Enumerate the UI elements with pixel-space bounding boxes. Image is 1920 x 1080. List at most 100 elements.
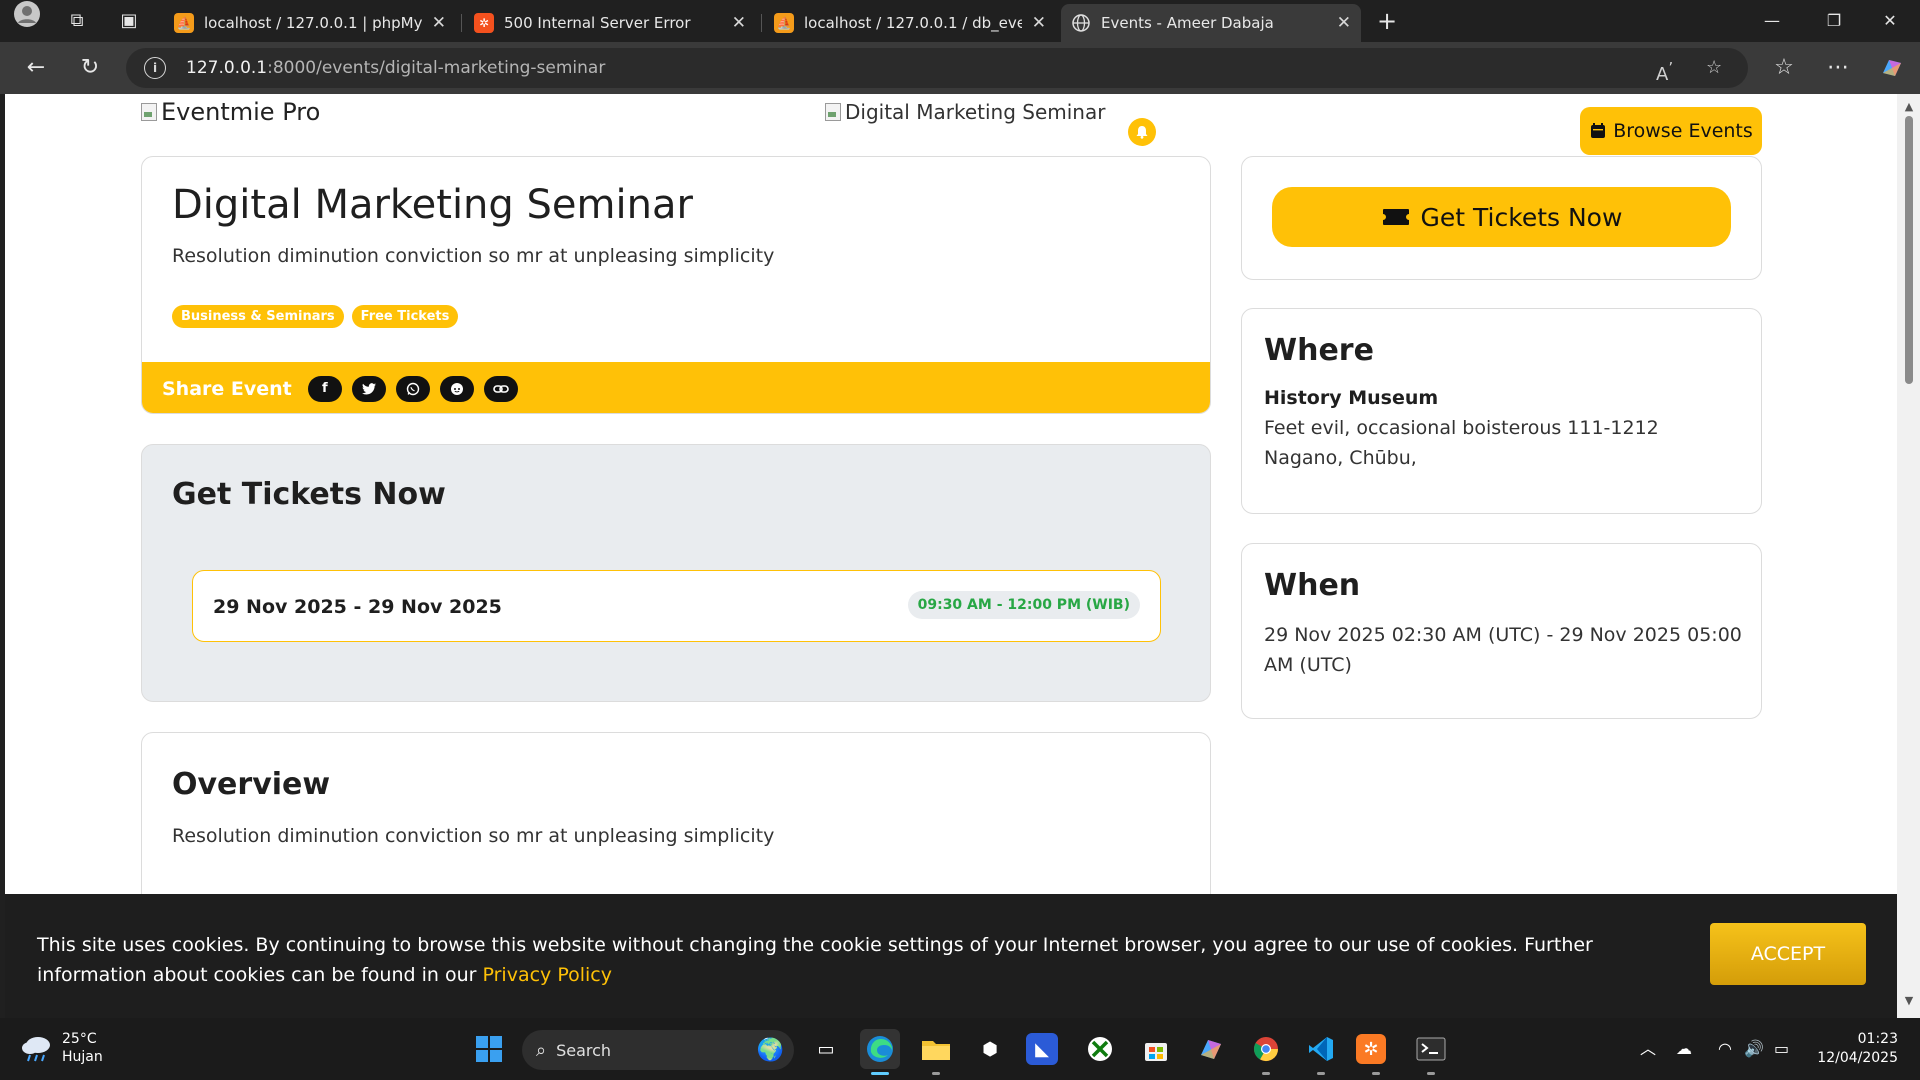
edge-browser-icon[interactable] xyxy=(860,1029,900,1069)
xampp-icon[interactable]: ✲ xyxy=(1356,1034,1386,1064)
tab-separator xyxy=(461,14,462,32)
get-tickets-button[interactable]: Get Tickets Now xyxy=(1272,187,1731,247)
app-indicator xyxy=(1317,1072,1325,1075)
minimize-icon[interactable]: — xyxy=(1744,0,1800,42)
venue-name: History Museum xyxy=(1264,387,1439,409)
browse-events-label: Browse Events xyxy=(1613,120,1753,142)
close-icon[interactable]: ✕ xyxy=(1337,13,1351,33)
cookie-banner: This site uses cookies. By continuing to… xyxy=(5,894,1897,1018)
laravel-icon: ✲ xyxy=(474,13,494,33)
tab-events[interactable]: Events - Ameer Dabaja ✕ xyxy=(1061,4,1361,42)
event-banner-image: Digital Marketing Seminar xyxy=(825,100,1105,124)
calendar-icon xyxy=(1591,123,1606,138)
broken-image-icon xyxy=(825,103,841,121)
url-field[interactable]: i 127.0.0.1:8000/events/digital-marketin… xyxy=(126,48,1748,88)
event-date-slot[interactable]: 29 Nov 2025 - 29 Nov 2025 09:30 AM - 12:… xyxy=(192,570,1161,642)
tab-title: localhost / 127.0.0.1 | phpMyAdm xyxy=(204,14,422,32)
xbox-icon[interactable] xyxy=(1080,1029,1120,1069)
battery-icon[interactable]: ▭ xyxy=(1774,1018,1789,1080)
site-logo[interactable]: Eventmie Pro xyxy=(141,98,320,126)
url-path: :8000/events/digital-marketing-seminar xyxy=(267,58,606,78)
app-vector-icon[interactable]: ◣ xyxy=(1026,1033,1058,1065)
scroll-down-icon[interactable]: ▼ xyxy=(1902,994,1916,1007)
privacy-policy-link[interactable]: Privacy Policy xyxy=(483,964,612,986)
scroll-thumb[interactable] xyxy=(1905,116,1913,384)
rain-cloud-icon xyxy=(22,1037,50,1062)
file-explorer-icon[interactable] xyxy=(916,1029,956,1069)
taskbar: 25°C Hujan ⌕ Search 🌍 ▭ ⬢ ◣ ✲ ︿ ☁ ◠ 🔊 ▭ … xyxy=(0,1018,1920,1080)
category-badge[interactable]: Business & Seminars xyxy=(172,305,344,328)
event-title-card: Digital Marketing Seminar Resolution dim… xyxy=(141,156,1211,414)
taskbar-search[interactable]: ⌕ Search 🌍 xyxy=(522,1030,794,1070)
close-icon[interactable]: ✕ xyxy=(732,13,746,33)
terminal-icon[interactable] xyxy=(1411,1029,1451,1069)
profile-avatar-icon[interactable] xyxy=(10,0,44,44)
tab-bar: ⧉ ▣ ⛵ localhost / 127.0.0.1 | phpMyAdm ✕… xyxy=(0,0,1920,42)
tab-title: 500 Internal Server Error xyxy=(504,14,691,32)
tab-title: Events - Ameer Dabaja xyxy=(1101,14,1274,32)
close-icon[interactable]: ✕ xyxy=(432,13,446,33)
back-icon[interactable]: ← xyxy=(14,42,58,94)
event-excerpt: Resolution diminution conviction so mr a… xyxy=(172,245,775,267)
tab-server-error[interactable]: ✲ 500 Internal Server Error ✕ xyxy=(464,4,756,42)
weather-widget[interactable]: 25°C Hujan xyxy=(20,1030,103,1066)
share-label: Share Event xyxy=(162,377,292,400)
onedrive-offline-icon[interactable]: ☁ xyxy=(1676,1018,1692,1080)
link-icon[interactable] xyxy=(483,375,518,402)
search-icon: ⌕ xyxy=(536,1039,547,1061)
accept-cookies-button[interactable]: ACCEPT xyxy=(1710,923,1866,985)
app-hexagon-icon[interactable]: ⬢ xyxy=(970,1029,1010,1069)
share-bar: Share Event f xyxy=(142,362,1210,413)
notification-bell-button[interactable] xyxy=(1128,118,1156,146)
vertical-tabs-icon[interactable]: ▣ xyxy=(112,0,146,42)
tab-phpmyadmin-1[interactable]: ⛵ localhost / 127.0.0.1 | phpMyAdm ✕ xyxy=(164,4,456,42)
app-indicator xyxy=(932,1072,940,1075)
search-label: Search xyxy=(556,1040,612,1060)
favorites-icon[interactable]: ☆ xyxy=(1762,42,1806,94)
workspaces-icon[interactable]: ⧉ xyxy=(60,0,94,42)
event-badges: Business & Seminars Free Tickets xyxy=(172,305,459,328)
site-info-icon[interactable]: i xyxy=(144,57,166,79)
volume-icon[interactable]: 🔊 xyxy=(1744,1018,1764,1080)
close-icon[interactable]: ✕ xyxy=(1032,13,1046,33)
ticket-icon xyxy=(1382,209,1409,225)
more-menu-icon[interactable]: ⋯ xyxy=(1816,42,1860,94)
twitter-icon[interactable] xyxy=(351,375,386,402)
clock-time: 01:23 xyxy=(1857,1031,1898,1047)
show-hidden-icons-chevron[interactable]: ︿ xyxy=(1640,1018,1656,1080)
tickets-card: Get Tickets Now 29 Nov 2025 - 29 Nov 202… xyxy=(141,444,1211,702)
scroll-up-icon[interactable]: ▲ xyxy=(1902,100,1916,113)
chrome-icon[interactable] xyxy=(1246,1029,1286,1069)
new-tab-icon[interactable]: + xyxy=(1372,0,1402,42)
read-aloud-icon[interactable]: Aʼ xyxy=(1656,48,1673,95)
app-indicator xyxy=(1262,1072,1270,1075)
system-clock[interactable]: 01:23 12/04/2025 xyxy=(1812,1030,1898,1068)
facebook-icon[interactable]: f xyxy=(307,375,342,402)
clock-date: 12/04/2025 xyxy=(1817,1050,1898,1066)
price-badge: Free Tickets xyxy=(351,305,459,328)
favorite-star-icon[interactable]: ☆ xyxy=(1706,48,1722,88)
vscode-icon[interactable] xyxy=(1301,1029,1341,1069)
bell-icon xyxy=(1136,126,1148,139)
restore-icon[interactable]: ❐ xyxy=(1806,0,1862,42)
copilot-app-icon[interactable] xyxy=(1191,1029,1231,1069)
tickets-heading: Get Tickets Now xyxy=(172,477,446,512)
logo-alt-text: Eventmie Pro xyxy=(161,98,321,126)
cookie-text: This site uses cookies. By continuing to… xyxy=(37,934,1593,986)
microsoft-store-icon[interactable] xyxy=(1136,1029,1176,1069)
address-bar: ← ↻ i 127.0.0.1:8000/events/digital-mark… xyxy=(0,42,1920,94)
url-host: 127.0.0.1 xyxy=(186,58,268,78)
start-windows-icon[interactable] xyxy=(469,1029,509,1069)
copilot-icon[interactable] xyxy=(1870,42,1914,94)
page-scrollbar[interactable]: ▲ ▼ xyxy=(1897,94,1920,1018)
wifi-icon[interactable]: ◠ xyxy=(1718,1018,1732,1080)
search-highlight-icon: 🌍 xyxy=(756,1037,784,1063)
window-close-icon[interactable]: ✕ xyxy=(1862,0,1918,42)
browse-events-button[interactable]: Browse Events xyxy=(1580,107,1762,155)
tab-phpmyadmin-2[interactable]: ⛵ localhost / 127.0.0.1 / db_event / ✕ xyxy=(764,4,1056,42)
whatsapp-icon[interactable] xyxy=(395,375,430,402)
task-view-icon[interactable]: ▭ xyxy=(806,1029,846,1069)
refresh-icon[interactable]: ↻ xyxy=(68,42,112,94)
when-heading: When xyxy=(1264,568,1361,603)
reddit-icon[interactable] xyxy=(439,375,474,402)
